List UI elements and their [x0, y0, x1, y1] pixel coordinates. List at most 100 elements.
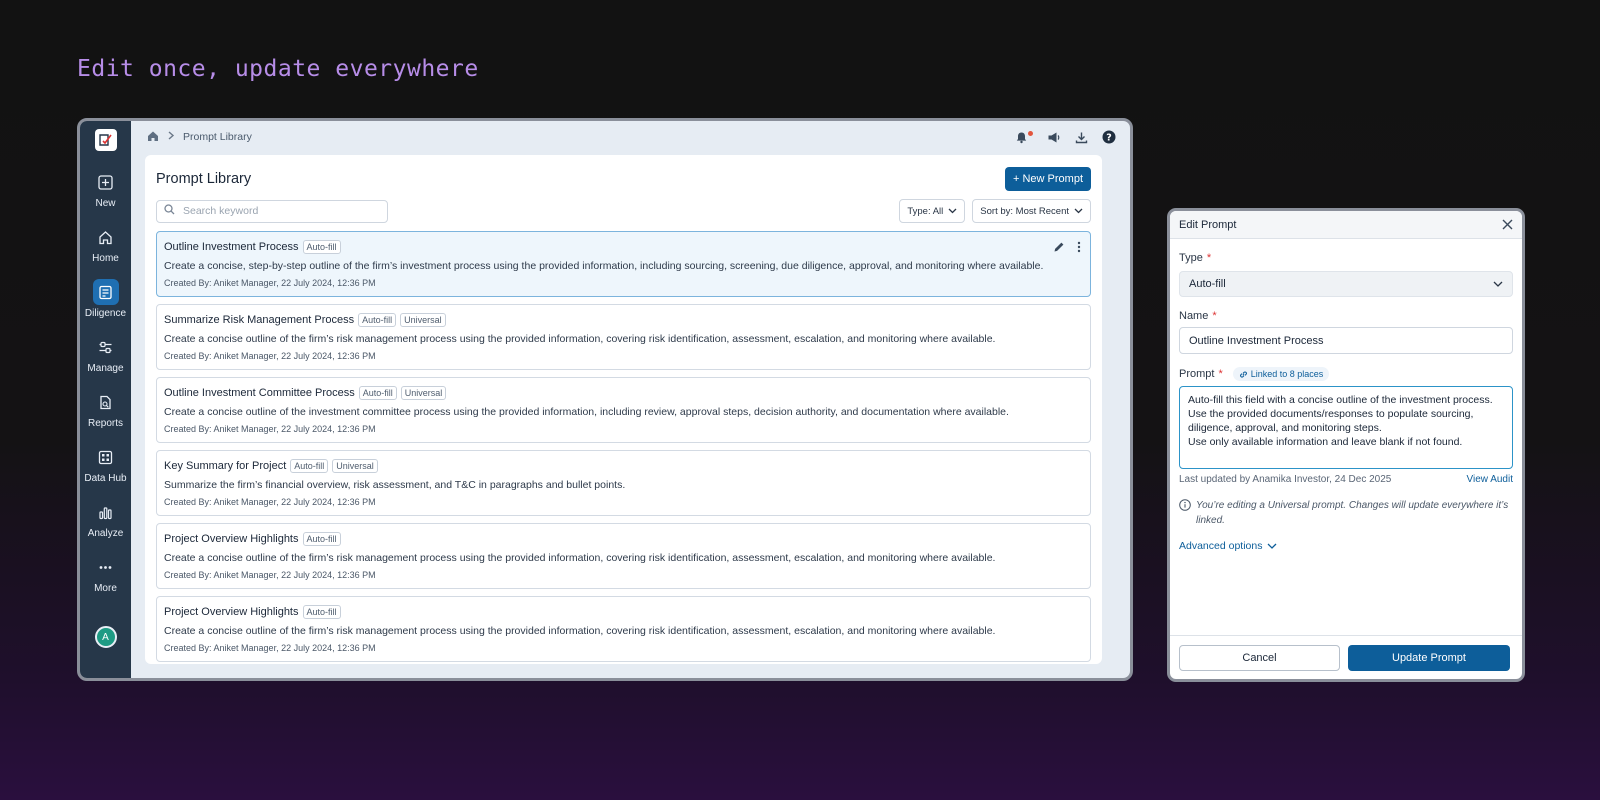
prompt-meta: Created By: Aniket Manager, 22 July 2024…	[164, 278, 376, 288]
sidebar-item-data-hub[interactable]: Data Hub	[80, 444, 131, 499]
prompt-card[interactable]: Outline Investment Committee Process Auto…	[156, 377, 1091, 443]
update-prompt-button[interactable]: Update Prompt	[1348, 644, 1510, 671]
tag-badge: Auto-fill	[302, 240, 341, 254]
bar-chart-icon	[93, 499, 119, 525]
breadcrumb[interactable]: Prompt Library	[183, 131, 252, 143]
type-select-value: Auto-fill	[1189, 278, 1226, 290]
search-input[interactable]	[183, 205, 373, 217]
more-dots-icon	[93, 554, 119, 580]
tag-badge: Universal	[332, 459, 378, 473]
sidebar-item-new[interactable]: New	[80, 169, 131, 224]
download-icon[interactable]	[1075, 131, 1088, 144]
type-select[interactable]: Auto-fill	[1179, 271, 1513, 297]
filter-bar: Type: All Sort by: Most Recent	[156, 199, 1091, 223]
sidebar-item-manage[interactable]: Manage	[80, 334, 131, 389]
sidebar-item-home[interactable]: Home	[80, 224, 131, 279]
plus-square-icon	[93, 169, 119, 195]
modal-footer: Cancel Update Prompt	[1170, 635, 1522, 679]
prompt-title: Key Summary for Project	[164, 460, 287, 472]
prompt-list: Outline Investment Process Auto-fill Creat…	[156, 231, 1091, 662]
sidebar: New Home Diligence Manage Reports Data Hub Ana…	[80, 121, 131, 678]
tagline: Edit once, update everywhere	[77, 56, 479, 82]
edit-pencil-icon[interactable]	[1053, 240, 1065, 258]
tag-badge: Universal	[400, 386, 447, 400]
new-prompt-button[interactable]: + New Prompt	[1005, 167, 1091, 191]
type-field-label: Type *	[1179, 252, 1212, 264]
link-icon	[1239, 371, 1247, 377]
app-logo[interactable]	[94, 129, 117, 151]
prompt-card[interactable]: Summarize Risk Management Process Auto-fi…	[156, 304, 1091, 370]
report-icon	[93, 389, 119, 415]
modal-header: Edit Prompt	[1170, 211, 1522, 239]
sidebar-item-diligence[interactable]: Diligence	[80, 279, 131, 334]
name-input[interactable]: Outline Investment Process	[1179, 327, 1513, 354]
last-updated-row: Last updated by Anamika Investor, 24 Dec…	[1179, 474, 1513, 485]
sidebar-item-reports[interactable]: Reports	[80, 389, 131, 444]
sidebar-item-label: Diligence	[84, 308, 127, 319]
chevron-right-icon	[167, 131, 175, 143]
tag-badge: Auto-fill	[302, 605, 341, 619]
last-updated-text: Last updated by Anamika Investor, 24 Dec…	[1179, 474, 1392, 485]
close-icon[interactable]	[1502, 219, 1513, 230]
info-text: You’re editing a Universal prompt. Chang…	[1196, 500, 1509, 526]
chevron-down-icon	[1267, 540, 1277, 552]
prompt-meta: Created By: Aniket Manager, 22 July 2024…	[164, 424, 376, 434]
advanced-options-toggle[interactable]: Advanced options	[1179, 540, 1513, 552]
name-field-label: Name *	[1179, 310, 1217, 322]
cancel-button[interactable]: Cancel	[1179, 644, 1340, 671]
sort-dropdown[interactable]: Sort by: Most Recent	[972, 199, 1091, 223]
notification-dot	[1028, 130, 1033, 136]
sort-label: Sort by: Most Recent	[980, 205, 1069, 217]
prompt-library-panel: Prompt Library + New Prompt Type: All	[145, 155, 1102, 664]
sidebar-item-analyze[interactable]: Analyze	[80, 499, 131, 554]
prompt-card[interactable]: Key Summary for Project Auto-fill Universa…	[156, 450, 1091, 516]
top-actions: ?	[1015, 130, 1116, 144]
svg-text:?: ?	[1106, 133, 1112, 144]
chevron-down-icon	[948, 206, 957, 217]
sidebar-item-more[interactable]: More	[80, 554, 131, 609]
prompt-description: Create a concise outline of the investme…	[164, 406, 1009, 418]
sidebar-item-label: More	[94, 583, 117, 594]
prompt-meta: Created By: Aniket Manager, 22 July 2024…	[164, 570, 376, 580]
tag-badge: Auto-fill	[302, 532, 341, 546]
page-title: Prompt Library	[156, 171, 252, 187]
app-window: New Home Diligence Manage Reports Data Hub Ana…	[77, 118, 1133, 681]
help-icon[interactable]: ?	[1102, 130, 1116, 144]
chevron-down-icon	[1074, 206, 1083, 217]
prompt-card[interactable]: Project Overview Highlights Auto-fill Crea…	[156, 596, 1091, 662]
search-icon	[164, 202, 175, 220]
prompt-description: Create a concise outline of the firm’s r…	[164, 625, 996, 637]
megaphone-icon[interactable]	[1047, 131, 1061, 144]
type-filter-dropdown[interactable]: Type: All	[899, 199, 966, 223]
prompt-title: Project Overview Highlights	[164, 606, 299, 618]
prompt-title: Summarize Risk Management Process	[164, 314, 355, 326]
top-bar: Prompt Library ?	[131, 121, 1130, 153]
search-box	[156, 199, 388, 223]
home-icon[interactable]	[147, 130, 159, 145]
linked-badge[interactable]: Linked to 8 places	[1232, 367, 1330, 381]
prompt-description: Create a concise outline of the firm’s r…	[164, 552, 996, 564]
sidebar-item-label: Data Hub	[84, 473, 127, 484]
modal-title: Edit Prompt	[1179, 218, 1237, 231]
prompt-meta: Created By: Aniket Manager, 22 July 2024…	[164, 643, 376, 653]
prompt-textarea[interactable]: Auto-fill this field with a concise outl…	[1179, 386, 1513, 469]
home-icon	[93, 224, 119, 250]
grid-icon	[93, 444, 119, 470]
chevron-down-icon	[1493, 281, 1503, 287]
tag-badge: Auto-fill	[290, 459, 329, 473]
prompt-description: Create a concise, step-by-step outline o…	[164, 260, 1044, 272]
tag-badge: Auto-fill	[358, 386, 397, 400]
avatar[interactable]: A	[94, 626, 117, 648]
universal-info-note: You’re editing a Universal prompt. Chang…	[1179, 498, 1513, 528]
more-vertical-icon[interactable]	[1077, 240, 1081, 258]
prompt-description: Create a concise outline of the firm’s r…	[164, 333, 996, 345]
bell-icon[interactable]	[1015, 130, 1033, 144]
prompt-meta: Created By: Aniket Manager, 22 July 2024…	[164, 497, 376, 507]
prompt-card[interactable]: Project Overview Highlights Auto-fill Crea…	[156, 523, 1091, 589]
prompt-card[interactable]: Outline Investment Process Auto-fill Creat…	[156, 231, 1091, 297]
prompt-title: Outline Investment Process	[164, 241, 299, 253]
view-audit-link[interactable]: View Audit	[1466, 474, 1513, 485]
sidebar-item-label: Home	[92, 253, 119, 264]
sidebar-item-label: Manage	[87, 363, 124, 374]
checklist-icon	[92, 279, 119, 305]
